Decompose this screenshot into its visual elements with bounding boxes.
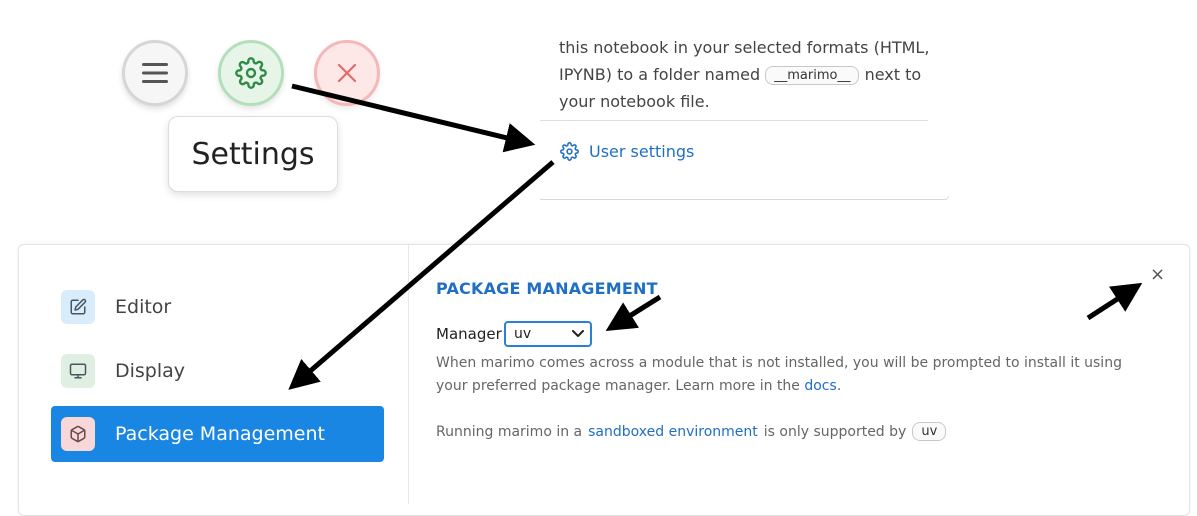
arrow-to-close-button xyxy=(1086,282,1143,321)
arrow-to-package-management xyxy=(288,160,555,390)
arrow-to-manager-select xyxy=(605,294,662,331)
annotation-arrows xyxy=(288,83,1143,390)
arrow-to-user-settings xyxy=(291,83,536,153)
